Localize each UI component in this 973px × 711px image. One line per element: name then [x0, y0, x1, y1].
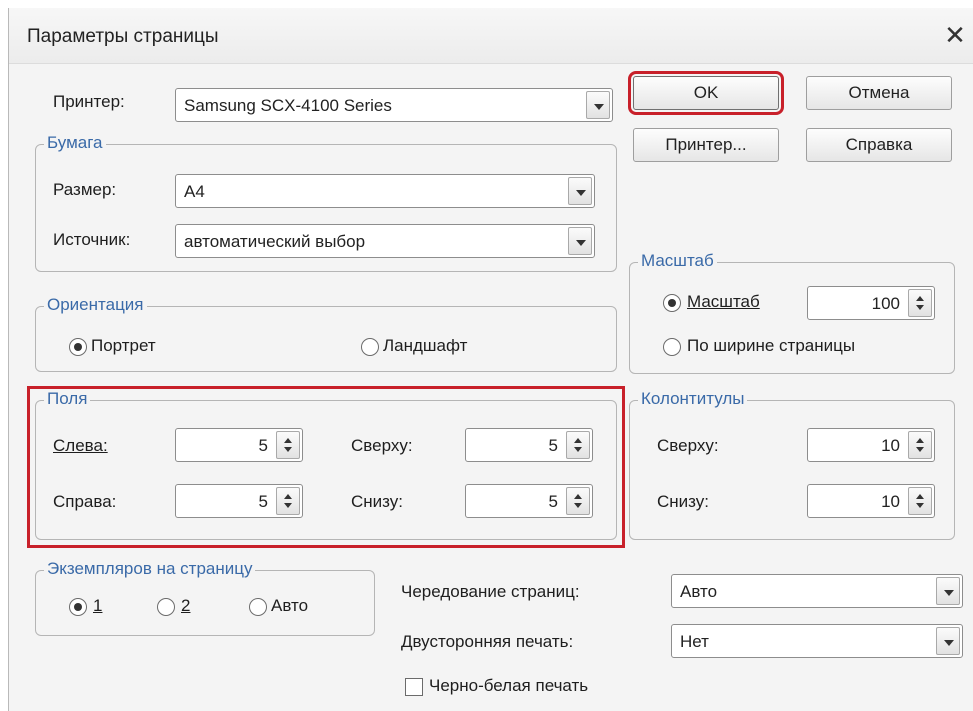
printer-label: Принтер:	[53, 92, 125, 111]
margin-bottom-input[interactable]: 5	[465, 484, 593, 518]
margin-right-input[interactable]: 5	[175, 484, 303, 518]
scale-group-title: Масштаб	[638, 251, 717, 271]
bw-print-checkbox[interactable]	[405, 678, 423, 696]
chevron-down-icon[interactable]	[568, 227, 592, 255]
margin-right-value: 5	[258, 492, 268, 511]
header-bottom-input[interactable]: 10	[807, 484, 935, 518]
margin-right-label: Справа:	[53, 492, 117, 511]
copies-auto-radio[interactable]	[249, 598, 267, 616]
paper-size-select[interactable]: A4	[175, 174, 595, 208]
fit-width-radio[interactable]	[663, 338, 681, 356]
copies-2-label: 2	[181, 596, 191, 615]
paper-source-select[interactable]: автоматический выбор	[175, 224, 595, 258]
landscape-label: Ландшафт	[383, 336, 468, 355]
portrait-label: Портрет	[91, 336, 156, 355]
spinner-arrows-icon[interactable]	[566, 431, 590, 459]
page-setup-dialog: Параметры страницы ✕ Принтер: Samsung SC…	[8, 8, 973, 711]
margin-left-label: Слева:	[53, 436, 108, 455]
orientation-group-title: Ориентация	[44, 295, 147, 315]
bw-print-label: Черно-белая печать	[429, 676, 589, 695]
collate-label: Чередование страниц:	[401, 582, 580, 601]
printer-value: Samsung SCX-4100 Series	[184, 96, 392, 115]
collate-select[interactable]: Авто	[671, 574, 963, 608]
ok-button[interactable]: OK	[628, 71, 784, 115]
header-top-input[interactable]: 10	[807, 428, 935, 462]
margin-top-value: 5	[548, 436, 558, 455]
copies-group-title: Экземпляров на страницу	[44, 559, 256, 579]
header-top-value: 10	[881, 436, 900, 455]
margin-top-input[interactable]: 5	[465, 428, 593, 462]
close-icon[interactable]: ✕	[938, 18, 972, 52]
chevron-down-icon[interactable]	[568, 177, 592, 205]
chevron-down-icon[interactable]	[936, 577, 960, 605]
title-bar: Параметры страницы ✕	[9, 8, 973, 64]
landscape-radio[interactable]	[361, 338, 379, 356]
scale-value-input[interactable]: 100	[807, 286, 935, 320]
paper-size-label: Размер:	[53, 180, 117, 199]
header-bottom-label: Снизу:	[657, 492, 709, 511]
paper-group-title: Бумага	[44, 133, 106, 153]
margin-bottom-value: 5	[548, 492, 558, 511]
margins-group: Поля	[35, 389, 617, 540]
cancel-button[interactable]: Отмена	[806, 76, 952, 110]
header-bottom-value: 10	[881, 492, 900, 511]
scale-option-label: Масштаб	[687, 292, 760, 311]
margin-left-input[interactable]: 5	[175, 428, 303, 462]
duplex-value: Нет	[680, 632, 709, 651]
header-top-label: Сверху:	[657, 436, 719, 455]
spinner-arrows-icon[interactable]	[276, 487, 300, 515]
chevron-down-icon[interactable]	[936, 627, 960, 655]
paper-source-label: Источник:	[53, 230, 131, 249]
copies-1-label: 1	[93, 596, 103, 615]
duplex-label: Двусторонняя печать:	[401, 632, 574, 651]
copies-1-radio[interactable]	[69, 598, 87, 616]
collate-value: Авто	[680, 582, 718, 601]
help-button[interactable]: Справка	[806, 128, 952, 162]
portrait-radio[interactable]	[69, 338, 87, 356]
margin-top-label: Сверху:	[351, 436, 413, 455]
window-title: Параметры страницы	[27, 26, 219, 47]
headers-group: Колонтитулы	[629, 389, 955, 540]
spinner-arrows-icon[interactable]	[908, 487, 932, 515]
scale-radio[interactable]	[663, 294, 681, 312]
paper-size-value: A4	[184, 182, 205, 201]
headers-group-title: Колонтитулы	[638, 389, 748, 409]
paper-source-value: автоматический выбор	[184, 232, 366, 251]
spinner-arrows-icon[interactable]	[908, 289, 932, 317]
spinner-arrows-icon[interactable]	[908, 431, 932, 459]
copies-auto-label: Авто	[271, 596, 309, 615]
printer-select[interactable]: Samsung SCX-4100 Series	[175, 88, 613, 122]
spinner-arrows-icon[interactable]	[276, 431, 300, 459]
fit-width-label: По ширине страницы	[687, 336, 856, 355]
chevron-down-icon[interactable]	[586, 91, 610, 119]
scale-value: 100	[871, 294, 900, 313]
spinner-arrows-icon[interactable]	[566, 487, 590, 515]
margin-bottom-label: Снизу:	[351, 492, 403, 511]
margin-left-value: 5	[258, 436, 268, 455]
duplex-select[interactable]: Нет	[671, 624, 963, 658]
margins-group-title: Поля	[44, 389, 91, 409]
copies-2-radio[interactable]	[157, 598, 175, 616]
printer-button[interactable]: Принтер...	[633, 128, 779, 162]
